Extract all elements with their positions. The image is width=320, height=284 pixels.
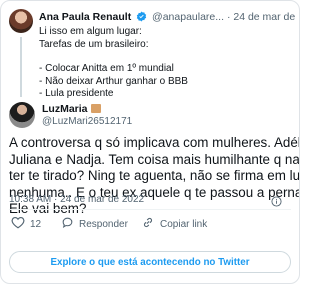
link-icon xyxy=(141,216,160,232)
like-button[interactable]: 12 xyxy=(11,216,41,232)
quoted-header: Ana Paula Renault @anapaulare... · 24 de… xyxy=(39,11,295,25)
quoted-tweet[interactable]: Ana Paula Renault @anapaulare... · 24 de… xyxy=(9,9,295,99)
tweet-line: ter te tirado? Ning te aguenta, não se f… xyxy=(9,168,300,184)
verified-badge-icon xyxy=(136,11,147,25)
reply-button[interactable]: Responder xyxy=(61,216,128,232)
tweet-line: A controversa q só implicava com mulhere… xyxy=(9,135,300,150)
author-name-row: LuzMaria xyxy=(42,103,101,115)
quoted-line: - Lula presidente xyxy=(39,88,114,100)
tweet-line: Juliana e Nadja. Tem coisa mais humilhan… xyxy=(9,151,300,167)
avatar[interactable] xyxy=(9,9,33,33)
quoted-date[interactable]: 24 de mar de 2022 xyxy=(233,11,295,23)
tweet-author[interactable]: LuzMaria @LuzMari26512171 xyxy=(9,102,295,130)
quoted-author-name[interactable]: Ana Paula Renault xyxy=(39,11,131,23)
quoted-text: Li isso em algum lugar: Tarefas de um br… xyxy=(39,26,188,101)
tweet-timestamp[interactable]: 10:38 AM · 24 de mar de 2022 xyxy=(9,194,144,205)
dot-separator: · xyxy=(226,11,231,23)
quoted-line: - Colocar Anitta em 1º mundial xyxy=(39,63,174,75)
thread-line xyxy=(20,37,22,97)
quoted-line: - Não deixar Arthur ganhar o BBB xyxy=(39,75,188,87)
tweet-card: Ana Paula Renault @anapaulare... · 24 de… xyxy=(0,0,300,284)
explore-twitter-button[interactable]: Explore o que está acontecendo no Twitte… xyxy=(9,251,291,273)
avatar[interactable] xyxy=(9,102,35,128)
book-emoji-icon xyxy=(90,104,101,113)
reply-bubble-icon xyxy=(61,216,79,232)
explore-label: Explore o que está acontecendo no Twitte… xyxy=(50,256,250,268)
author-handle[interactable]: @LuzMari26512171 xyxy=(42,116,132,127)
author-name[interactable]: LuzMaria xyxy=(42,103,88,115)
tweet-text: A controversa q só implicava com mulhere… xyxy=(9,135,300,218)
like-count: 12 xyxy=(30,218,42,230)
copy-link-button[interactable]: Copiar link xyxy=(141,216,207,232)
quoted-line: Li isso em algum lugar: xyxy=(39,26,142,37)
copy-link-label: Copiar link xyxy=(160,218,208,230)
reply-label: Responder xyxy=(79,218,128,230)
divider xyxy=(9,209,291,210)
quoted-handle[interactable]: @anapaulare... xyxy=(152,11,224,23)
quoted-line xyxy=(39,51,188,63)
quoted-line: Tarefas de um brasileiro: xyxy=(39,38,149,50)
heart-icon xyxy=(11,216,30,232)
